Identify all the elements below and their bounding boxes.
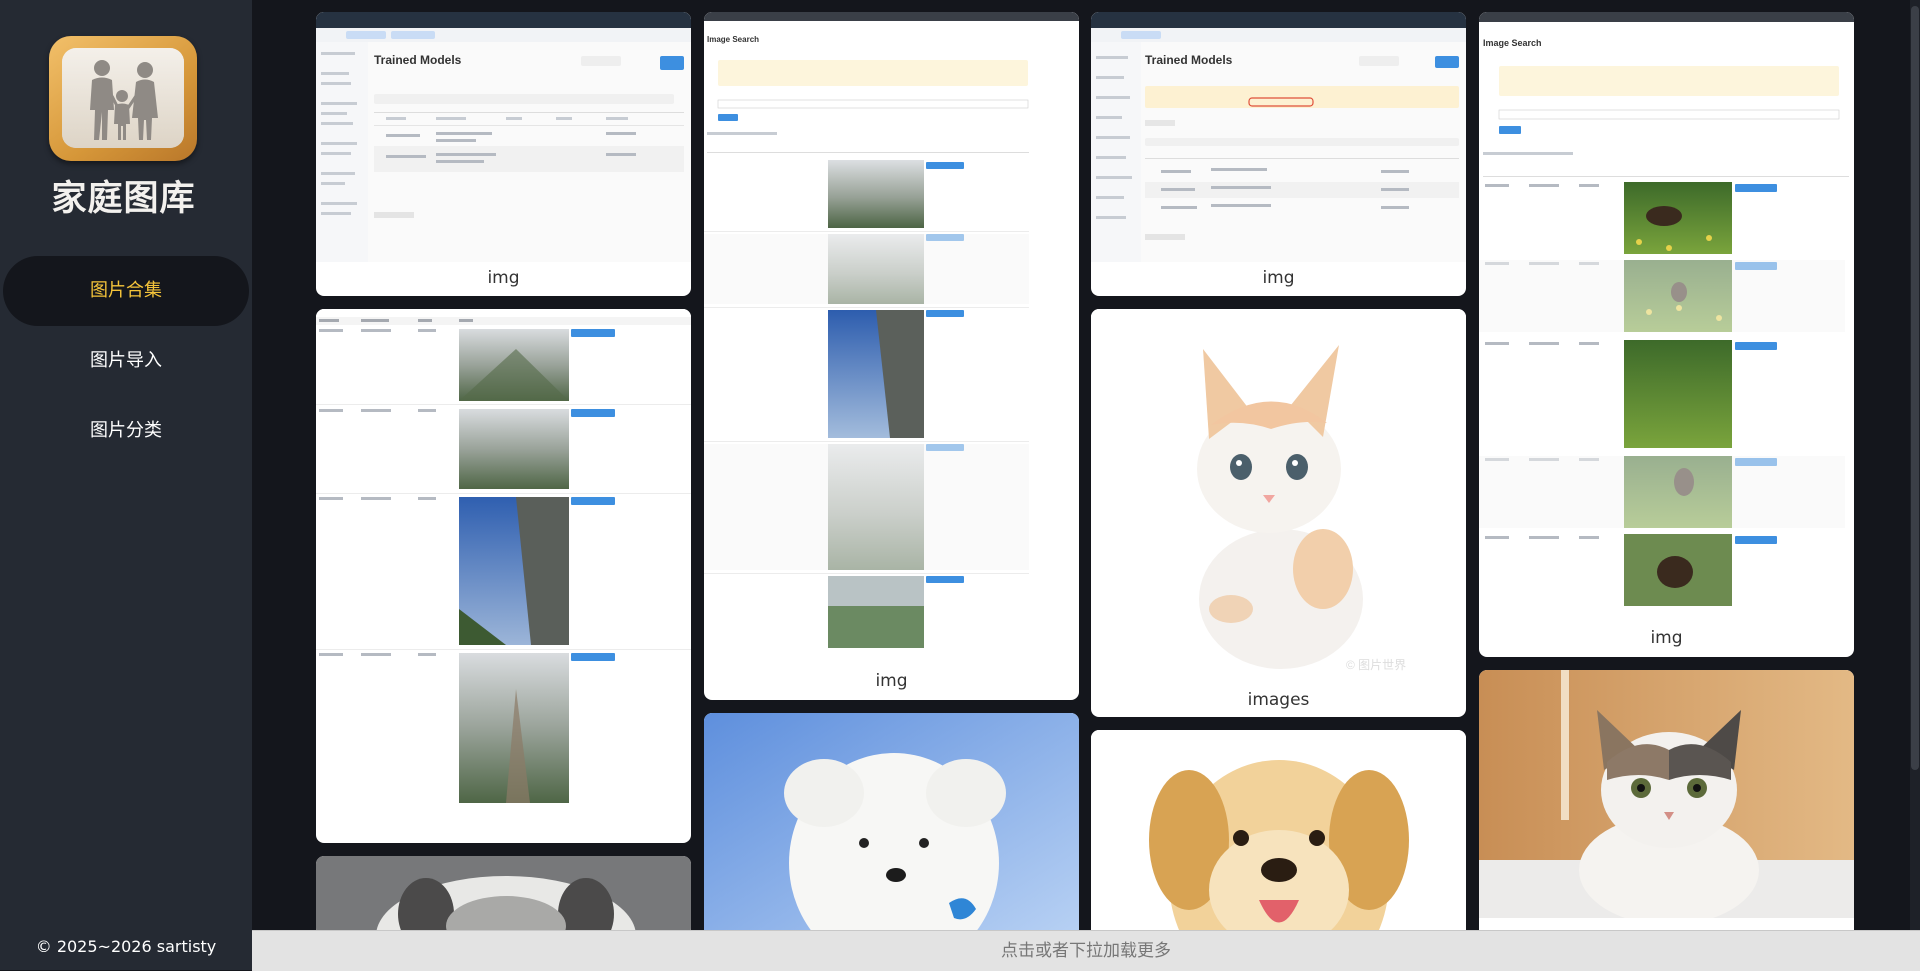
gallery-card[interactable] <box>704 713 1079 930</box>
app-logo: 家庭图库 <box>46 36 201 219</box>
nav-item-category[interactable]: 图片分类 <box>0 396 252 466</box>
card-caption: img <box>1650 628 1683 648</box>
gallery: Trained Models img Image Search img Trai… <box>252 0 1920 930</box>
svg-text:© 图片世界: © 图片世界 <box>1346 658 1406 672</box>
svg-text:Image Search: Image Search <box>707 35 759 44</box>
load-more-button[interactable]: 点击或者下拉加载更多 <box>252 930 1920 971</box>
gallery-card[interactable]: © 图片世界 images <box>1091 309 1466 717</box>
card-caption: images <box>1247 690 1310 710</box>
nav-item-import[interactable]: 图片导入 <box>0 326 252 396</box>
card-caption: img <box>1262 268 1295 288</box>
card-image[interactable] <box>1091 730 1466 930</box>
scrollbar-thumb[interactable] <box>1911 6 1919 770</box>
gallery-card[interactable] <box>316 309 691 843</box>
card-image[interactable]: Trained Models <box>316 12 691 262</box>
logo-text: 家庭图库 <box>51 179 196 219</box>
sidebar-nav: 图片合集 图片导入 图片分类 <box>0 256 252 466</box>
card-image[interactable] <box>704 713 1079 930</box>
family-photo-icon <box>62 48 184 148</box>
gallery-card[interactable]: Trained Models img <box>1091 12 1466 296</box>
gallery-card[interactable] <box>1091 730 1466 930</box>
sidebar: 家庭图库 图片合集 图片导入 图片分类 © 2025~2026 sartisty <box>0 0 252 970</box>
gallery-card[interactable]: Image Search img <box>704 12 1079 700</box>
svg-text:Trained Models: Trained Models <box>374 53 462 67</box>
card-image[interactable]: © 图片世界 <box>1091 309 1466 683</box>
gallery-card[interactable] <box>1479 670 1854 930</box>
gallery-card[interactable]: Trained Models img <box>316 12 691 296</box>
svg-text:Image Search: Image Search <box>1483 38 1542 48</box>
card-image[interactable] <box>316 856 691 930</box>
copyright-text: © 2025~2026 sartisty <box>35 937 217 956</box>
gallery-card[interactable]: Image Search img <box>1479 12 1854 657</box>
card-image[interactable] <box>1479 670 1854 918</box>
card-image[interactable]: Trained Models <box>1091 12 1466 262</box>
card-caption: img <box>487 268 520 288</box>
card-image[interactable]: Image Search <box>1479 12 1854 620</box>
gallery-card[interactable] <box>316 856 691 930</box>
card-image[interactable] <box>316 309 691 809</box>
card-image[interactable]: Image Search <box>704 12 1079 662</box>
scrollbar[interactable] <box>1910 0 1920 930</box>
logo-tile <box>49 36 197 161</box>
svg-text:Trained Models: Trained Models <box>1145 53 1233 67</box>
nav-item-collection[interactable]: 图片合集 <box>3 256 249 326</box>
card-caption: img <box>875 671 908 691</box>
